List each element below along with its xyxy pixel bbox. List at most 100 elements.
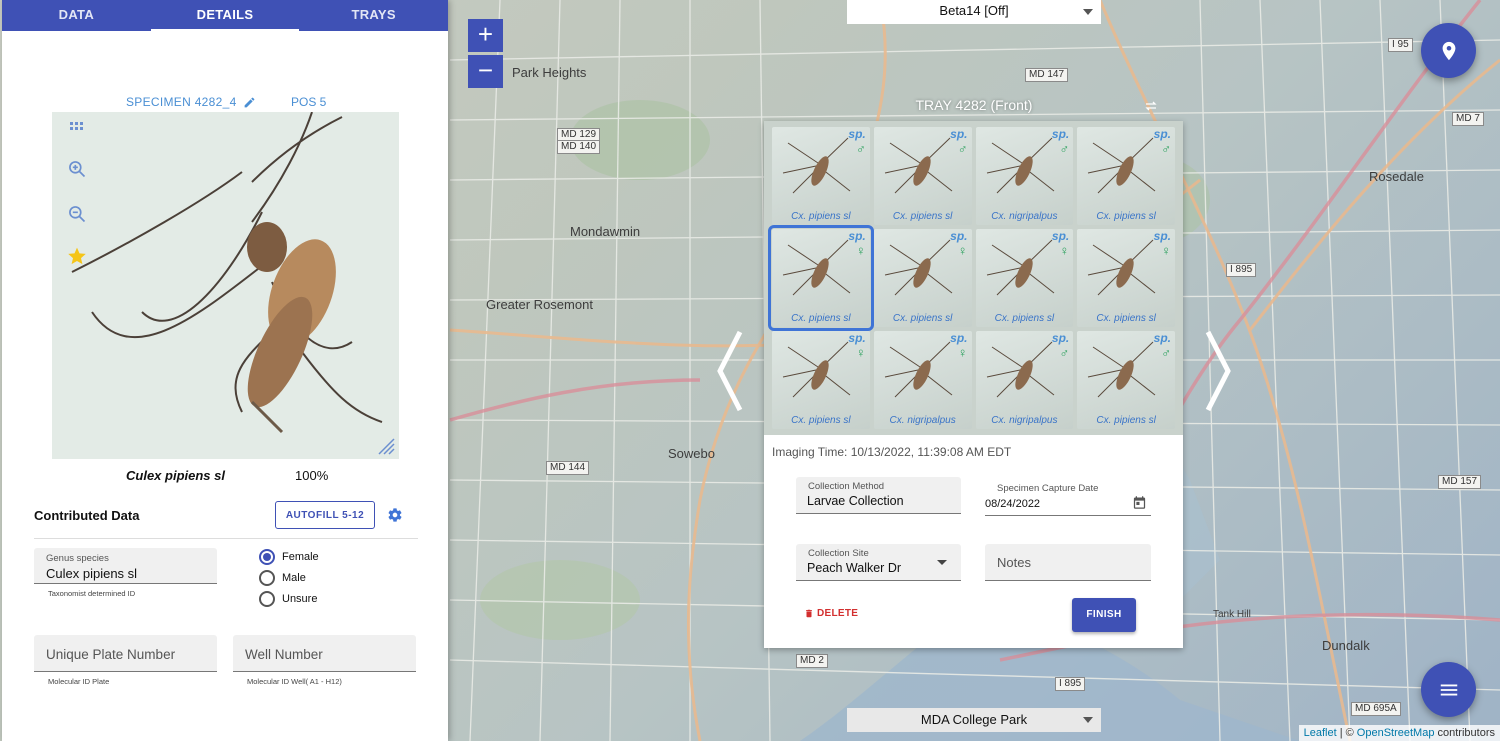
finish-button[interactable]: FINISH [1072,598,1136,632]
sex-symbol: ♀ [1059,243,1070,258]
sex-symbol: ♂ [957,141,968,156]
sp-label: sp. [848,331,866,345]
location-pin-icon [1442,41,1455,60]
well-number-placeholder: Well Number [245,647,323,662]
plate-number-field[interactable]: Unique Plate Number [34,635,217,672]
layer-dropdown-value: Beta14 [Off] [939,3,1009,18]
tray-well[interactable]: sp. ♂ Cx. nigripalpus [975,127,1074,225]
sp-label: sp. [950,331,968,345]
sex-symbol: ♀ [957,345,968,360]
radio-button[interactable] [259,570,275,586]
delete-label: DELETE [817,608,859,619]
imaging-time: Imaging Time: 10/13/2022, 11:39:08 AM ED… [772,445,1012,459]
notes-field[interactable]: Notes [985,544,1151,581]
tray-well[interactable]: sp. ♀ Cx. pipiens sl [772,331,870,429]
tray-well[interactable]: sp. ♂ Cx. pipiens sl [873,127,972,225]
species-name: Culex pipiens sl [126,468,225,483]
specimen-image[interactable] [52,112,399,459]
mosquito-thumbnail [884,239,953,296]
plate-helper-text: Molecular ID Plate [48,677,110,686]
mosquito-thumbnail [986,341,1054,398]
sex-radio-male[interactable]: Male [259,570,306,586]
zoom-in-button[interactable]: + [468,19,503,52]
map-label: Sowebo [668,446,715,461]
tray-card: sp. ♂ Cx. pipiens sl sp. ♂ Cx. pipiens sl sp. ♂… [764,121,1183,648]
radio-label: Unsure [282,593,318,605]
route-shield: MD 140 [557,140,601,154]
zoom-in-icon[interactable] [66,158,88,180]
well-species: Cx. nigripalpus [991,211,1058,222]
map-label: Dundalk [1322,638,1370,653]
attribution-separator: | © [1339,727,1354,739]
tray-well[interactable]: sp. ♀ Cx. pipiens sl [975,229,1074,327]
route-shield: I 895 [1055,677,1086,691]
tray-well[interactable]: sp. ♀ Cx. pipiens sl [768,225,874,331]
sex-symbol: ♂ [1059,345,1070,360]
chevron-right-icon[interactable] [1204,330,1234,412]
star-icon[interactable] [66,245,88,267]
trash-icon [806,609,812,618]
sex-symbol: ♀ [1161,243,1171,258]
section-divider [34,538,418,539]
delete-button[interactable]: DELETE [804,608,858,619]
well-species: Cx. pipiens sl [892,211,953,222]
gear-icon[interactable] [387,507,403,523]
location-button[interactable] [1421,23,1476,78]
chevron-left-icon[interactable] [714,330,744,412]
swap-icon[interactable] [1144,99,1158,113]
tray-well[interactable]: sp. ♀ Cx. pipiens sl [873,229,972,327]
osm-link[interactable]: OpenStreetMap [1357,727,1435,739]
tray-well[interactable]: sp. ♂ Cx. pipiens sl [1077,331,1175,429]
genus-species-label: Genus species [46,553,109,564]
tray-well[interactable]: sp. ♂ Cx. nigripalpus [975,331,1074,429]
zoom-out-button[interactable]: − [468,55,503,88]
site-dropdown[interactable]: MDA College Park [847,708,1101,732]
mosquito-thumbnail [1088,341,1156,398]
radio-button[interactable] [259,549,275,565]
confidence-value: 100% [295,468,329,483]
sex-symbol: ♂ [856,141,866,156]
route-shield: MD 7 [1452,112,1484,126]
collection-method-field[interactable]: Collection Method Larvae Collection [796,477,961,514]
collection-site-label: Collection Site [808,548,869,559]
tray-well[interactable]: sp. ♀ Cx. pipiens sl [1077,229,1175,327]
tray-well[interactable]: sp. ♂ Cx. pipiens sl [1077,127,1175,225]
layer-dropdown[interactable]: Beta14 [Off] [847,0,1101,24]
plate-number-placeholder: Unique Plate Number [46,647,176,662]
mosquito-thumbnail [986,137,1054,194]
chevron-down-icon [1083,9,1093,15]
mosquito-thumbnail [1088,239,1156,296]
genus-species-field[interactable]: Genus species Culex pipiens sl [34,548,217,584]
sex-symbol: ♂ [1161,141,1171,156]
pencil-icon[interactable] [243,96,256,109]
menu-button[interactable] [1421,662,1476,717]
position-label: POS 5 [291,95,327,109]
notes-placeholder: Notes [997,555,1031,570]
specimen-label: SPECIMEN 4282_4 [126,95,237,109]
mosquito-thumbnail [986,239,1054,296]
route-shield: MD 157 [1438,475,1482,489]
tab-trays[interactable]: TRAYS [299,0,448,31]
tab-details[interactable]: DETAILS [150,0,300,31]
zoom-out-icon[interactable] [66,203,88,225]
sp-label: sp. [1051,331,1070,345]
tab-data[interactable]: DATA [2,0,151,31]
tab-bar: DATA DETAILS TRAYS [2,0,448,31]
genus-species-value: Culex pipiens sl [46,566,138,581]
sex-radio-unsure[interactable]: Unsure [259,591,317,607]
leaflet-link[interactable]: Leaflet [1304,727,1337,739]
autofill-button[interactable]: AUTOFILL 5-12 [275,501,375,529]
grid-icon[interactable] [66,118,88,140]
capture-date-field[interactable]: Specimen Capture Date 08/24/2022 [985,479,1151,516]
map-label: Tank Hill [1213,609,1251,620]
collection-site-select[interactable]: Collection Site Peach Walker Dr [796,544,961,581]
radio-button[interactable] [259,591,275,607]
calendar-icon[interactable] [1132,495,1147,510]
sex-radio-female[interactable]: Female [259,549,319,565]
resize-icon[interactable] [375,435,395,455]
well-number-field[interactable]: Well Number [233,635,416,672]
tray-well[interactable]: sp. ♀ Cx. nigripalpus [873,331,972,429]
sp-label: sp. [1153,331,1171,345]
tray-well[interactable]: sp. ♂ Cx. pipiens sl [772,127,870,225]
sex-symbol: ♀ [957,243,968,258]
